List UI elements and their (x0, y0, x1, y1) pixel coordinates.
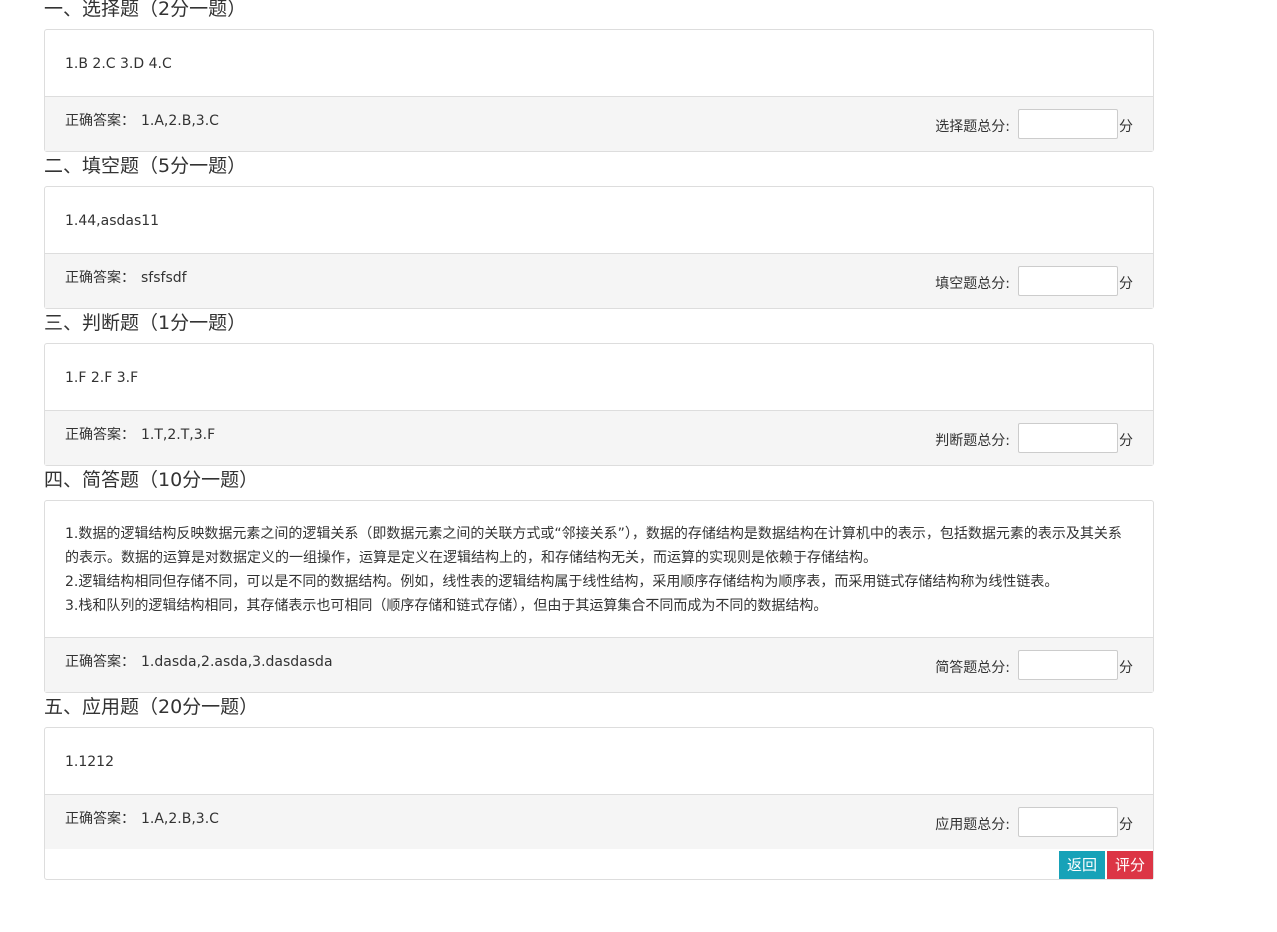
score-unit: 分 (1119, 119, 1133, 135)
score-unit: 分 (1119, 433, 1133, 449)
student-answer: 1.B 2.C 3.D 4.C (45, 30, 1153, 96)
section-title-short: 四、简答题（10分一题） (44, 469, 259, 491)
student-answer-line: 1.44,asdas11 (65, 213, 160, 229)
correct-answer-value: 1.T,2.T,3.F (141, 427, 216, 443)
correct-answer-value: 1.A,2.B,3.C (141, 811, 219, 827)
score-area: 应用题总分: 分 (935, 807, 1133, 837)
grade-button[interactable]: 评分 (1107, 851, 1153, 879)
section-panel-judge: 1.F 2.F 3.F 正确答案： 1.T,2.T,3.F 判断题总分: 分 (44, 343, 1154, 466)
score-unit: 分 (1119, 660, 1133, 676)
section-panel-application: 1.1212 正确答案： 1.A,2.B,3.C 应用题总分: 分 返回 评分 (44, 727, 1154, 880)
student-answer: 1.数据的逻辑结构反映数据元素之间的逻辑关系（即数据元素之间的关联方式或“邻接关… (45, 501, 1153, 637)
answer-footer: 正确答案： sfsfsdf 填空题总分: 分 (45, 253, 1153, 308)
score-area: 填空题总分: 分 (935, 266, 1133, 296)
correct-answer-label: 正确答案： (65, 270, 135, 286)
correct-answer-label: 正确答案： (65, 811, 135, 827)
correct-answer: 正确答案： 1.A,2.B,3.C (65, 110, 219, 130)
section-title-judge: 三、判断题（1分一题） (44, 312, 247, 334)
student-answer: 1.44,asdas11 (45, 187, 1153, 253)
section-panel-fill: 1.44,asdas11 正确答案： sfsfsdf 填空题总分: 分 (44, 186, 1154, 309)
fill-score-input[interactable] (1018, 266, 1118, 296)
student-answer-line: 1.B 2.C 3.D 4.C (65, 56, 172, 72)
student-answer-line: 1.1212 (65, 754, 114, 770)
section-panel-short: 1.数据的逻辑结构反映数据元素之间的逻辑关系（即数据元素之间的关联方式或“邻接关… (44, 500, 1154, 693)
correct-answer-value: sfsfsdf (141, 270, 187, 286)
section-title-choice: 一、选择题（2分一题） (44, 0, 247, 20)
student-answer-line: 2.逻辑结构相同但存储不同，可以是不同的数据结构。例如，线性表的逻辑结构属于线性… (65, 574, 1059, 590)
section-title-application: 五、应用题（20分一题） (44, 696, 259, 718)
grading-form: 一、选择题（2分一题） 1.B 2.C 3.D 4.C 正确答案： 1.A,2.B… (44, 0, 1154, 880)
score-label: 判断题总分: (935, 433, 1010, 449)
correct-answer-label: 正确答案： (65, 654, 135, 670)
section-panel-choice: 1.B 2.C 3.D 4.C 正确答案： 1.A,2.B,3.C 选择题总分: … (44, 29, 1154, 152)
score-label: 填空题总分: (935, 276, 1010, 292)
score-label: 简答题总分: (935, 660, 1010, 676)
student-answer: 1.1212 (45, 728, 1153, 794)
correct-answer: 正确答案： 1.T,2.T,3.F (65, 424, 215, 444)
correct-answer: 正确答案： 1.dasda,2.asda,3.dasdasda (65, 651, 333, 671)
student-answer-line: 1.数据的逻辑结构反映数据元素之间的逻辑关系（即数据元素之间的关联方式或“邻接关… (65, 526, 1122, 566)
application-score-input[interactable] (1018, 807, 1118, 837)
score-area: 简答题总分: 分 (935, 650, 1133, 680)
student-answer-line: 1.F 2.F 3.F (65, 370, 139, 386)
back-button[interactable]: 返回 (1059, 851, 1105, 879)
score-area: 判断题总分: 分 (935, 423, 1133, 453)
short-score-input[interactable] (1018, 650, 1118, 680)
correct-answer: 正确答案： sfsfsdf (65, 267, 187, 287)
answer-footer: 正确答案： 1.T,2.T,3.F 判断题总分: 分 (45, 410, 1153, 465)
score-label: 选择题总分: (935, 119, 1010, 135)
correct-answer-label: 正确答案： (65, 427, 135, 443)
student-answer-line: 3.栈和队列的逻辑结构相同，其存储表示也可相同（顺序存储和链式存储），但由于其运… (65, 598, 828, 614)
score-area: 选择题总分: 分 (935, 109, 1133, 139)
action-bar: 返回 评分 (45, 849, 1153, 879)
section-title-fill: 二、填空题（5分一题） (44, 155, 247, 177)
score-unit: 分 (1119, 817, 1133, 833)
judge-score-input[interactable] (1018, 423, 1118, 453)
answer-footer: 正确答案： 1.dasda,2.asda,3.dasdasda 简答题总分: 分 (45, 637, 1153, 692)
student-answer: 1.F 2.F 3.F (45, 344, 1153, 410)
answer-footer: 正确答案： 1.A,2.B,3.C 选择题总分: 分 (45, 96, 1153, 151)
correct-answer: 正确答案： 1.A,2.B,3.C (65, 808, 219, 828)
score-unit: 分 (1119, 276, 1133, 292)
correct-answer-value: 1.A,2.B,3.C (141, 113, 219, 129)
answer-footer: 正确答案： 1.A,2.B,3.C 应用题总分: 分 (45, 794, 1153, 849)
score-label: 应用题总分: (935, 817, 1010, 833)
correct-answer-label: 正确答案： (65, 113, 135, 129)
correct-answer-value: 1.dasda,2.asda,3.dasdasda (141, 654, 333, 670)
choice-score-input[interactable] (1018, 109, 1118, 139)
